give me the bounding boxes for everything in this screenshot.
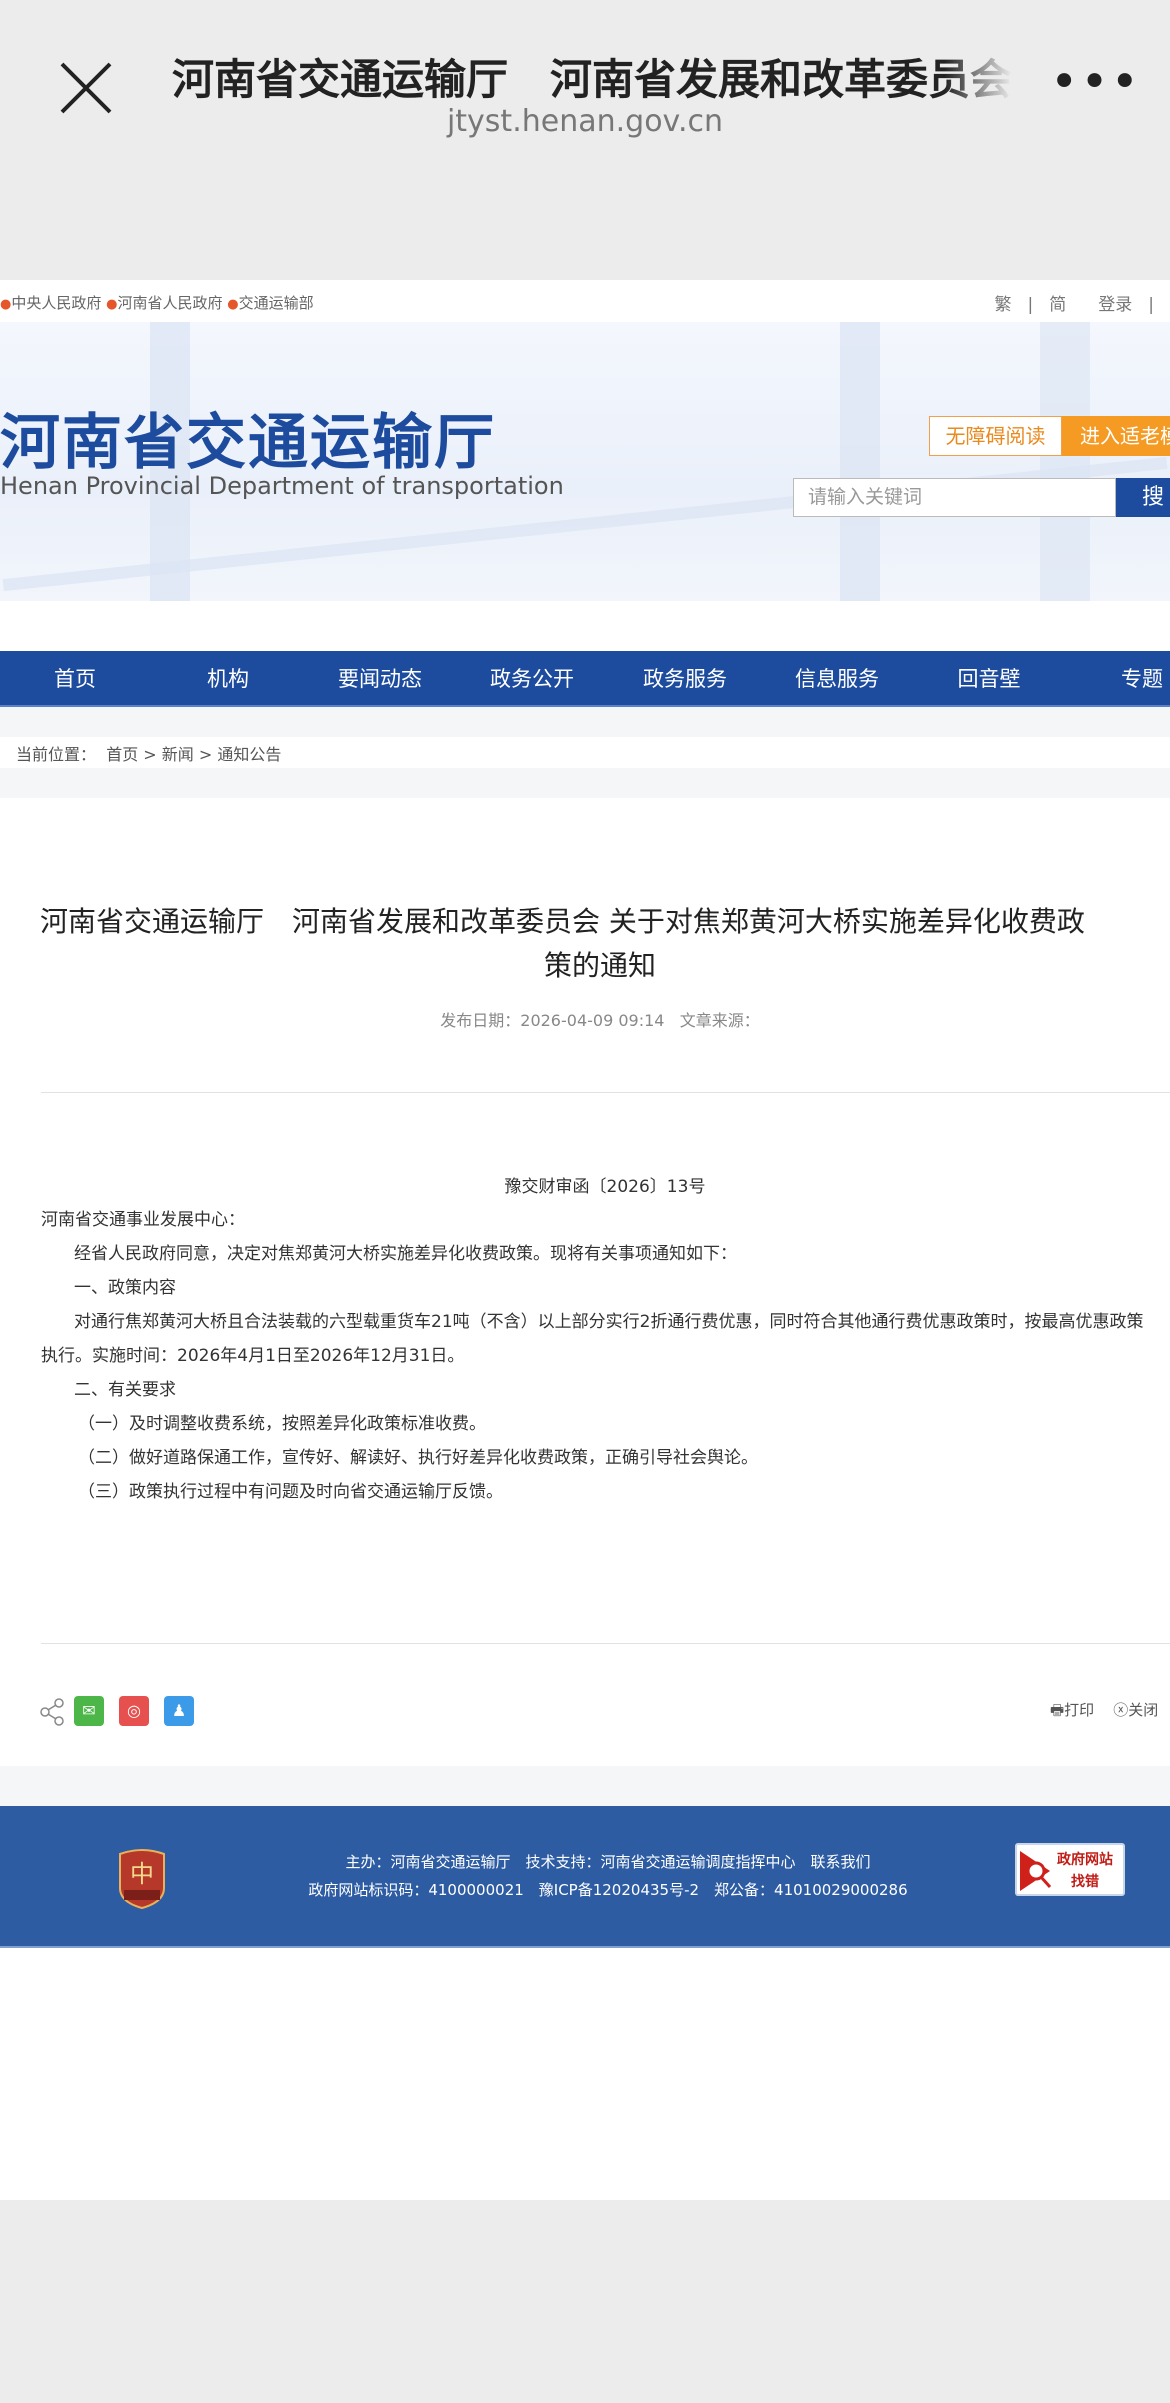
footer-host: 主办：河南省交通运输厅 技术支持：河南省交通运输调度指挥中心 联系我们 [345, 1853, 871, 1871]
article-actions: 🖶打印 ⓧ关闭 [1050, 1699, 1158, 1725]
emblem-icon: ● [106, 297, 118, 312]
weibo-icon[interactable]: ◎ [119, 1696, 149, 1726]
date-label: 发布日期： [440, 1011, 521, 1030]
divider [41, 1092, 1170, 1093]
paragraph: 对通行焦郑黄河大桥且合法装载的六型载重货车21吨（不含）以上部分实行2折通行费优… [74, 1312, 1144, 1332]
paragraph: 二、有关要求 [74, 1380, 176, 1400]
close-page-button[interactable]: 关闭 [1128, 1701, 1158, 1719]
breadcrumb-home[interactable]: 首页 [106, 745, 138, 764]
paragraph: （一）及时调整收费系统，按照差异化政策标准收费。 [78, 1414, 486, 1434]
paragraph: 经省人民政府同意，决定对焦郑黄河大桥实施差异化收费政策。现将有关事项通知如下： [74, 1244, 737, 1264]
search-input[interactable]: 请输入关键词 [793, 478, 1116, 517]
breadcrumb: 当前位置： 首页 > 新闻 > 通知公告 [16, 741, 281, 765]
link-central-gov[interactable]: 中央人民政府 [11, 294, 101, 312]
spacer [0, 1766, 1170, 1806]
report-error-badge[interactable]: 政府网站 找错 [1015, 1843, 1125, 1896]
paragraph: （三）政策执行过程中有问题及时向省交通运输厅反馈。 [78, 1482, 503, 1502]
nav-public[interactable]: 政务公开 [490, 651, 574, 707]
site-logo[interactable]: 河南省交通运输厅 [0, 394, 496, 481]
document-number: 豫交财审函〔2026〕13号 [504, 1177, 706, 1197]
title-line-1: 河南省交通运输厅 河南省发展和改革委员会 关于对焦郑黄河大桥实施差异化收费政 [40, 905, 1085, 938]
spacer [0, 768, 1170, 798]
wechat-icon[interactable]: ✉ [74, 1696, 104, 1726]
accessible-reading-button[interactable]: 无障碍阅读 [929, 416, 1062, 456]
top-links: ●中央人民政府 ●河南省人民政府 ●交通运输部 [0, 292, 314, 313]
link-mot[interactable]: 交通运输部 [239, 294, 314, 312]
magnifier-icon [1020, 1851, 1052, 1891]
emblem-icon: ● [0, 297, 12, 312]
emblem-icon: ● [227, 297, 239, 312]
breadcrumb-notices[interactable]: 通知公告 [217, 745, 281, 764]
web-page: ●中央人民政府 ●河南省人民政府 ●交通运输部 繁 | 简登录 | 河南省交通运输厅 … [0, 280, 1170, 2200]
badge-line-2: 找错 [1071, 1874, 1099, 1890]
publish-date: 2026-04-09 09:14 [520, 1011, 665, 1030]
paragraph: 执行。实施时间：2026年4月1日至2026年12月31日。 [41, 1346, 465, 1366]
banner: 河南省交通运输厅 Henan Provincial Department of … [0, 322, 1170, 601]
paragraph: （二）做好道路保通工作，宣传好、解读好、执行好差异化收费政策，正确引导社会舆论。 [78, 1448, 758, 1468]
footer-registration: 政府网站标识码：4100000021 豫ICP备12020435号-2 郑公备：… [308, 1881, 908, 1899]
nav-info[interactable]: 信息服务 [795, 651, 879, 707]
breadcrumb-sep: > [198, 745, 213, 764]
close-circle-icon: ⓧ [1113, 1701, 1129, 1719]
title-line-2: 策的通知 [543, 949, 656, 982]
simplified-link[interactable]: 简 [1049, 295, 1066, 315]
paragraph: 河南省交通事业发展中心： [41, 1210, 245, 1230]
site-logo-en: Henan Provincial Department of transport… [0, 472, 564, 500]
elder-mode-button[interactable]: 进入适老模式 [1062, 416, 1170, 456]
main-nav: 首页 机构 要闻动态 政务公开 政务服务 信息服务 回音壁 专题 [0, 651, 1170, 707]
badge-line-1: 政府网站 [1057, 1852, 1113, 1868]
paragraph: 一、政策内容 [74, 1278, 176, 1298]
nav-org[interactable]: 机构 [207, 651, 249, 707]
traditional-link[interactable]: 繁 [995, 295, 1012, 315]
nav-home[interactable]: 首页 [54, 651, 96, 707]
article-meta: 发布日期：2026-04-09 09:14 文章来源： [0, 1007, 1170, 1031]
page-url: jtyst.henan.gov.cn [446, 104, 724, 139]
more-menu-icon[interactable]: ••• [1050, 58, 1141, 106]
footer: 中 主办：河南省交通运输厅 技术支持：河南省交通运输调度指挥中心 联系我们 政府… [0, 1806, 1170, 1948]
article-title: 河南省交通运输厅 河南省发展和改革委员会 关于对焦郑黄河大桥实施差异化收费政 策… [30, 900, 1170, 988]
app-title: 河南省交通运输厅 河南省发展和改革委员会 关于对焦郑黄河大桥实施差异化收费政策的… [172, 55, 1012, 104]
login-link[interactable]: 登录 [1098, 295, 1132, 315]
nav-feedback[interactable]: 回音壁 [958, 651, 1021, 707]
source-label: 文章来源： [679, 1011, 760, 1030]
lang-login-links: 繁 | 简 登录 | [987, 290, 1162, 315]
nav-topics[interactable]: 专题 [1121, 651, 1163, 707]
search-button[interactable]: 搜 [1116, 478, 1170, 517]
link-henan-gov[interactable]: 河南省人民政府 [117, 294, 222, 312]
qq-icon[interactable]: ♟ [164, 1696, 194, 1726]
separator: | [1148, 295, 1154, 315]
breadcrumb-news[interactable]: 新闻 [162, 745, 194, 764]
nav-services[interactable]: 政务服务 [643, 651, 727, 707]
nav-news[interactable]: 要闻动态 [338, 651, 422, 707]
share-icon [40, 1698, 64, 1726]
breadcrumb-label: 当前位置： [16, 745, 97, 764]
spacer [0, 707, 1170, 737]
separator: | [1027, 295, 1034, 315]
breadcrumb-sep: > [143, 745, 157, 764]
print-icon: 🖶 [1050, 1701, 1065, 1719]
divider [41, 1643, 1170, 1644]
print-button[interactable]: 打印 [1064, 1701, 1094, 1719]
